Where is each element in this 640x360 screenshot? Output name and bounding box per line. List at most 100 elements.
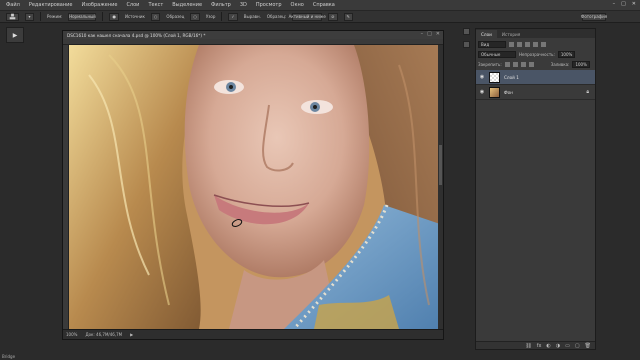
menu-edit[interactable]: Редактирование [29, 2, 73, 8]
opacity-input[interactable]: 100% [557, 50, 576, 58]
menu-help[interactable]: Справка [313, 2, 335, 8]
tab-layers[interactable]: Слои [476, 30, 497, 38]
layer-row-layer1[interactable]: ◉ Слой 1 [476, 70, 595, 85]
adjustment-layer-icon[interactable]: ◑ [556, 343, 560, 349]
menu-bar: Файл Редактирование Изображение Слои Тек… [0, 0, 640, 10]
portrait-photo [69, 45, 443, 329]
sample-all-label: Образец: [266, 14, 287, 19]
options-bar: ▾ Режим: Нормальный ● Источник ○ Образец… [0, 10, 640, 23]
doc-close-icon[interactable]: ✕ [436, 31, 440, 37]
sample-label: Образец [166, 14, 185, 19]
add-mask-icon[interactable]: ◐ [546, 343, 550, 349]
maximize-icon[interactable]: □ [621, 1, 626, 7]
menu-view[interactable]: Просмотр [256, 2, 282, 8]
menu-window[interactable]: Окно [291, 2, 304, 8]
document-size[interactable]: Док: 46,7M/46,7M [85, 332, 122, 337]
layers-panel: Слои История Вид Обычные Непрозрачность:… [475, 28, 596, 350]
zoom-level[interactable]: 100% [66, 332, 77, 337]
menu-type[interactable]: Текст [148, 2, 163, 8]
menu-file[interactable]: Файл [6, 2, 20, 8]
pattern-label: Узор [205, 14, 216, 19]
mode-label: Режим: [47, 14, 63, 19]
pixel-filter-icon[interactable] [509, 41, 514, 47]
collapsed-panels-strip [461, 28, 472, 68]
blend-mode-select[interactable]: Обычные [478, 50, 516, 58]
lock-all-icon[interactable] [528, 61, 534, 67]
layer-style-icon[interactable]: fx [537, 343, 542, 349]
window-controls: – □ ✕ [613, 1, 636, 7]
visibility-eye-icon[interactable]: ◉ [479, 74, 485, 80]
smart-object-filter-icon[interactable] [541, 41, 546, 47]
aligned-checkbox[interactable]: ✓ [228, 12, 238, 21]
expand-icon: ▶ [12, 31, 18, 39]
document-status-bar: 100% Док: 46,7M/46,7M ▶ [63, 329, 443, 339]
pattern-radio[interactable]: ○ [190, 12, 200, 21]
tab-history[interactable]: История [497, 30, 525, 38]
doc-minimize-icon[interactable]: – [421, 31, 424, 37]
lock-transparency-icon[interactable] [504, 61, 510, 67]
sample-radio[interactable]: ○ [150, 12, 161, 21]
clone-stamp-tool-icon[interactable] [6, 12, 19, 21]
pressure-icon[interactable]: ✎ [343, 12, 353, 21]
menu-layers[interactable]: Слои [126, 2, 139, 8]
lock-icon: 🔒︎ [586, 89, 589, 95]
source-radio[interactable]: ● [109, 12, 119, 21]
opacity-label: Непрозрачность: [519, 51, 555, 57]
close-icon[interactable]: ✕ [632, 1, 636, 7]
blend-row: Обычные Непрозрачность: 100% [478, 50, 593, 58]
layer-name[interactable]: Фон [504, 90, 513, 95]
layers-list: ◉ Слой 1 ◉ Фон 🔒︎ [476, 70, 595, 100]
visibility-eye-icon[interactable]: ◉ [479, 89, 485, 95]
new-group-icon[interactable]: ▭ [565, 343, 570, 349]
fill-label: Заливка: [550, 61, 570, 67]
panel-footer: ⛓ fx ◐ ◑ ▭ ▢ 🗑︎ [476, 341, 595, 349]
menu-filter[interactable]: Фильтр [211, 2, 231, 8]
menu-select[interactable]: Выделение [172, 2, 202, 8]
brush-preset-picker[interactable]: ▾ [25, 12, 34, 21]
adjustment-filter-icon[interactable] [517, 41, 522, 47]
divider [102, 12, 104, 21]
status-arrow-icon[interactable]: ▶ [130, 332, 133, 337]
mode-select[interactable]: Нормальный [68, 12, 97, 21]
divider [40, 12, 41, 21]
kind-filter-select[interactable]: Вид [478, 40, 506, 48]
scrollbar-thumb[interactable] [439, 145, 442, 185]
doc-maximize-icon[interactable]: □ [427, 31, 432, 37]
menu-image[interactable]: Изображение [81, 2, 117, 8]
delete-layer-icon[interactable]: 🗑︎ [585, 343, 591, 349]
fill-input[interactable]: 100% [572, 60, 590, 68]
image-canvas[interactable] [69, 45, 443, 329]
history-panel-icon[interactable] [463, 28, 470, 35]
document-title: DSC1610 как нашел сначала 4.psd @ 100% (… [67, 32, 206, 38]
aligned-label: Выравн. [243, 14, 261, 19]
tools-panel-toggle[interactable]: ▶ [6, 27, 24, 43]
minimize-icon[interactable]: – [613, 1, 616, 7]
vertical-scrollbar[interactable] [438, 45, 443, 329]
lock-row: Закрепить: Заливка: 100% [478, 60, 593, 68]
document-tab[interactable]: DSC1610 как нашел сначала 4.psd @ 100% (… [63, 31, 443, 39]
app-status-bar: Bridge [0, 352, 640, 360]
layer-thumbnail [489, 86, 500, 98]
lock-pixels-icon[interactable] [512, 61, 518, 67]
type-filter-icon[interactable] [525, 41, 530, 47]
sample-layers-select[interactable]: Активный и ниже [289, 12, 326, 21]
shape-filter-icon[interactable] [533, 41, 538, 47]
lock-position-icon[interactable] [520, 61, 526, 67]
lock-label: Закрепить: [478, 61, 502, 67]
menu-3d[interactable]: 3D [240, 2, 247, 8]
document-window: DSC1610 как нашел сначала 4.psd @ 100% (… [62, 30, 444, 340]
document-controls: – □ ✕ [421, 31, 440, 37]
adjustment-layers-icon[interactable]: ⊘ [328, 12, 338, 21]
divider [221, 12, 223, 21]
new-layer-icon[interactable]: ▢ [575, 343, 580, 349]
layer-row-background[interactable]: ◉ Фон 🔒︎ [476, 85, 595, 100]
properties-panel-icon[interactable] [463, 41, 470, 48]
layer-name[interactable]: Слой 1 [504, 75, 519, 80]
workspace-select[interactable]: Фотография [581, 12, 607, 21]
panel-tabs: Слои История [476, 29, 595, 38]
layer-filter-row: Вид [478, 40, 593, 48]
bridge-label[interactable]: Bridge [2, 354, 15, 359]
link-layers-icon[interactable]: ⛓ [525, 343, 531, 349]
source-label: Источник [124, 14, 145, 19]
layer-thumbnail [489, 71, 500, 83]
